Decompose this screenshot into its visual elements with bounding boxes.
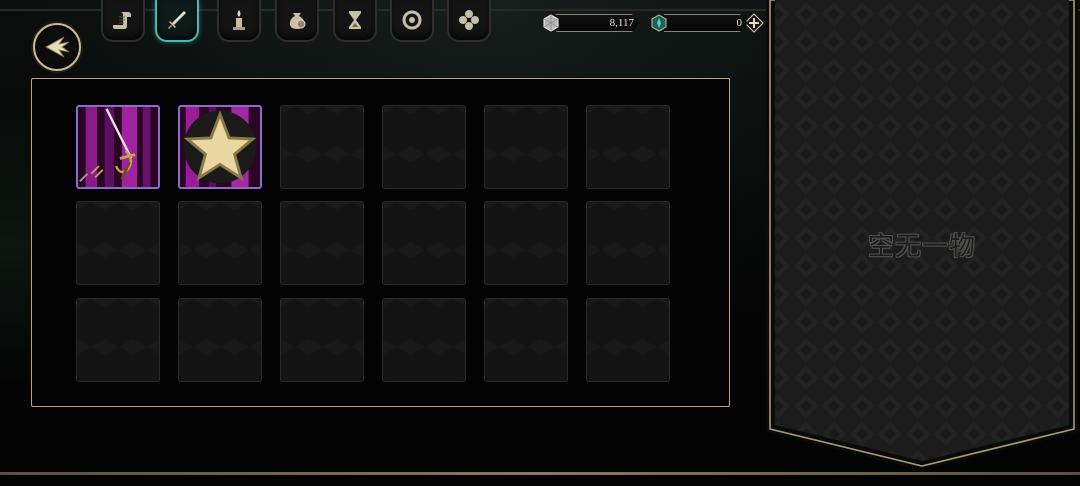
inventory-slot[interactable]: [586, 105, 670, 189]
tab-scroll[interactable]: [101, 0, 145, 42]
back-arrow-icon: [45, 36, 70, 58]
crystal-currency: 0: [650, 12, 764, 34]
crystal-value: 0: [664, 14, 748, 32]
clover-icon: [459, 10, 479, 30]
scroll-icon: [113, 12, 131, 29]
tab-hourglass[interactable]: [333, 0, 377, 42]
inventory-slot[interactable]: [178, 298, 262, 382]
inventory-slot-rapier[interactable]: [76, 105, 160, 189]
tab-weapon[interactable]: [155, 0, 199, 42]
bottom-divider: [0, 472, 1080, 475]
inventory-slot[interactable]: [586, 201, 670, 285]
inventory-slot[interactable]: [382, 201, 466, 285]
tab-clover[interactable]: [447, 0, 491, 42]
inventory-slot-dice-flail[interactable]: [178, 105, 262, 189]
inventory-slot[interactable]: [586, 298, 670, 382]
inventory-slot[interactable]: [280, 201, 364, 285]
candle-icon: [233, 10, 245, 30]
item-detail-panel: 空无一物: [764, 0, 1080, 472]
tab-pouch[interactable]: [275, 0, 319, 42]
ring-icon: [402, 10, 422, 30]
tab-ring[interactable]: [390, 0, 434, 42]
back-button[interactable]: [33, 23, 81, 71]
empty-detail-text: 空无一物: [867, 232, 976, 262]
silver-value: 8,117: [556, 14, 640, 32]
inventory-slot[interactable]: [484, 105, 568, 189]
star-badge-icon: [183, 110, 257, 184]
teal-crystal-icon: [651, 14, 667, 32]
inventory-slot[interactable]: [382, 298, 466, 382]
tab-candle[interactable]: [217, 0, 261, 42]
inventory-slot[interactable]: [484, 298, 568, 382]
inventory-slot[interactable]: [280, 298, 364, 382]
hourglass-icon: [349, 11, 361, 29]
inventory-slot[interactable]: [280, 105, 364, 189]
coin-pouch-icon: [289, 13, 306, 29]
silver-gem-icon: [543, 14, 559, 32]
rapier-icon: [78, 107, 158, 187]
inventory-slot[interactable]: [382, 105, 466, 189]
inventory-slot[interactable]: [76, 201, 160, 285]
inventory-panel: [31, 78, 730, 407]
sword-icon: [168, 11, 186, 29]
silver-currency: 8,117: [542, 12, 640, 34]
inventory-slot[interactable]: [76, 298, 160, 382]
inventory-slot[interactable]: [178, 201, 262, 285]
inventory-slot[interactable]: [484, 201, 568, 285]
inventory-screen: 8,117 0 空无一物: [0, 0, 1080, 486]
